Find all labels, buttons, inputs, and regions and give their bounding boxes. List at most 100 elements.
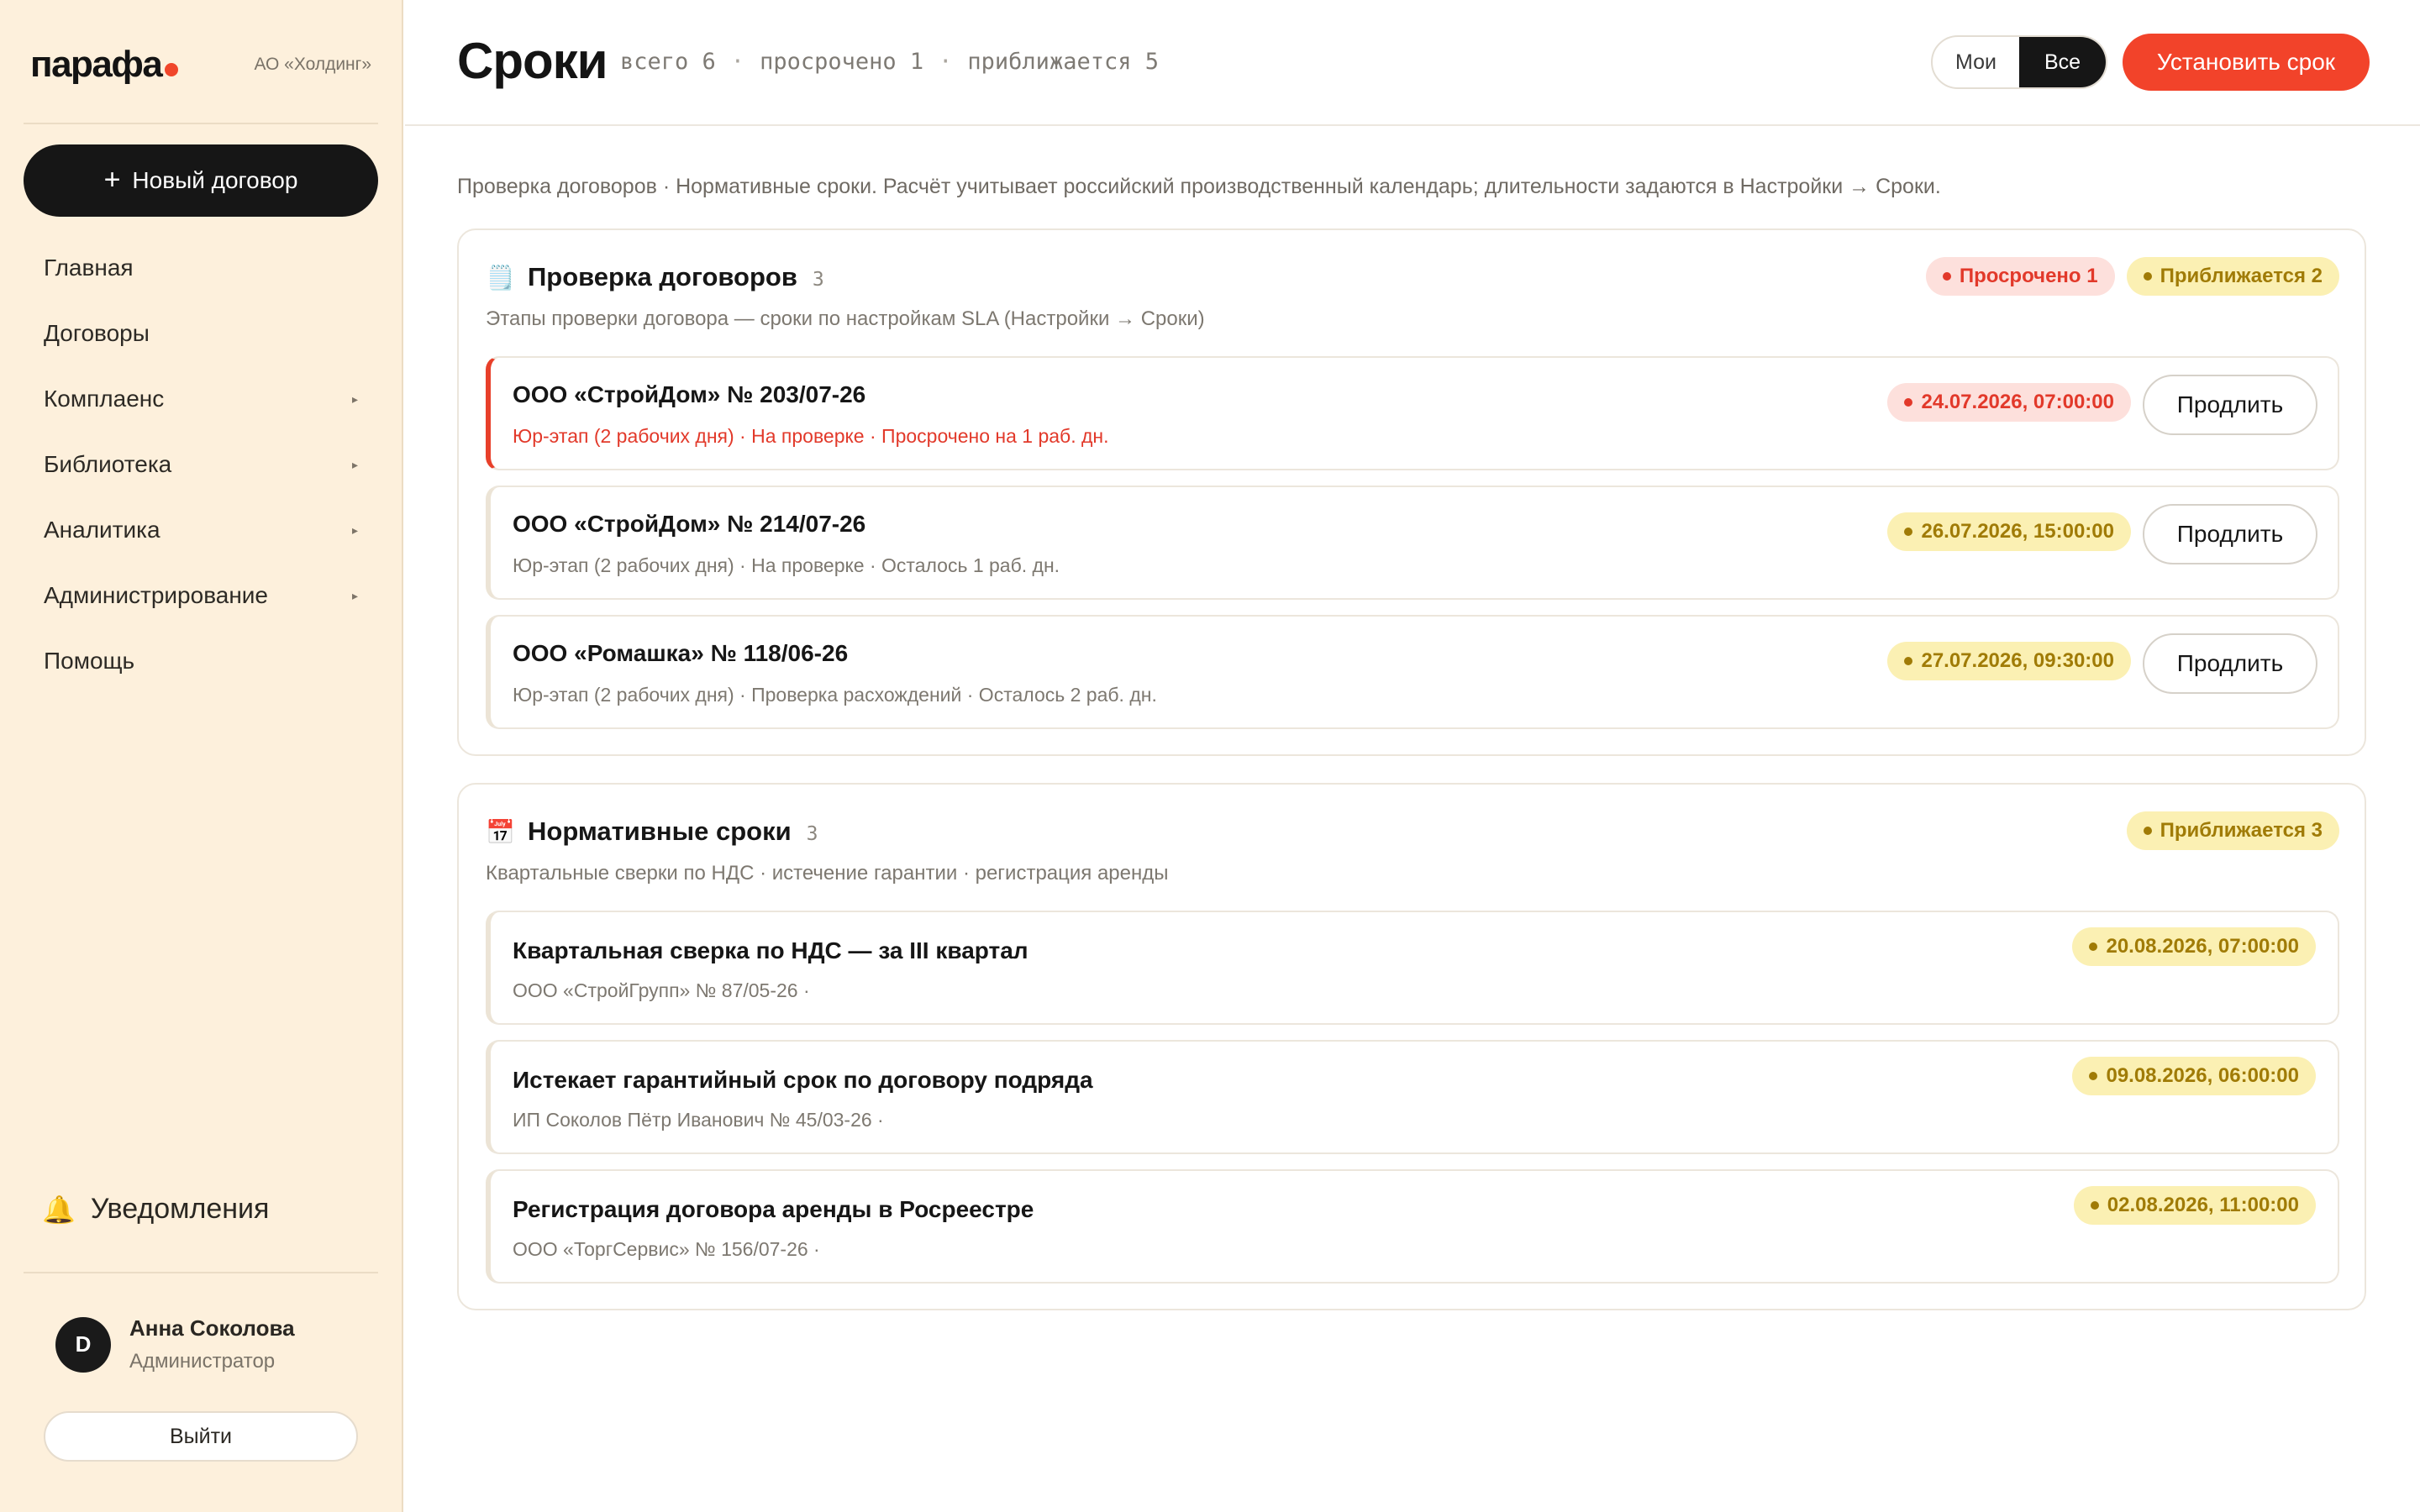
scope-toggle: Мои Все bbox=[1931, 35, 2107, 89]
user-info: Анна Соколова Администратор bbox=[129, 1315, 295, 1373]
deadline-item[interactable]: ООО «СтройДом» № 203/07-26 Юр-этап (2 ра… bbox=[486, 356, 2339, 470]
deadline-date: 02.08.2026, 11:00:00 bbox=[2107, 1194, 2299, 1216]
item-title: Регистрация договора аренды в Росреестре bbox=[513, 1196, 1034, 1222]
section-title: Проверка договоров bbox=[528, 262, 797, 291]
logout-button[interactable]: Выйти bbox=[44, 1411, 358, 1462]
sidebar-item-label: Комплаенс bbox=[44, 386, 165, 412]
deadline-counters: всего 6 · просрочено 1 · приближается 5 bbox=[620, 49, 1159, 75]
dot-icon bbox=[1904, 528, 1913, 536]
sidebar-divider bbox=[24, 1272, 378, 1273]
badge-label: Просрочено 1 bbox=[1959, 265, 2098, 287]
section-badges: Приближается 3 bbox=[2126, 811, 2339, 850]
toggle-all[interactable]: Все bbox=[2019, 37, 2106, 87]
sidebar-item-label: Главная bbox=[44, 255, 134, 281]
logo-text: парафа bbox=[30, 44, 163, 85]
deadline-item[interactable]: Квартальная сверка по НДС — за III кварт… bbox=[486, 911, 2339, 1025]
brand-row: парафа АО «Холдинг» bbox=[30, 44, 371, 86]
new-contract-label: Новый договор bbox=[132, 167, 298, 193]
section-header: 🗒️ Проверка договоров 3 bbox=[486, 262, 824, 292]
page-header: Сроки всего 6 · просрочено 1 · приближае… bbox=[405, 0, 2420, 126]
deadline-date: 27.07.2026, 09:30:00 bbox=[1921, 649, 2114, 672]
logo-dot-icon bbox=[165, 63, 179, 76]
page-title: Сроки bbox=[457, 33, 608, 89]
sidebar-item-contracts[interactable]: Договоры bbox=[24, 301, 378, 366]
dot-icon bbox=[1904, 398, 1913, 407]
sidebar-nav: Главная Договоры Комплаенс ▸ Библиотека … bbox=[24, 235, 378, 694]
notifications-label: Уведомления bbox=[90, 1193, 270, 1225]
new-contract-button[interactable]: + Новый договор bbox=[24, 144, 378, 217]
item-title: ООО «СтройДом» № 214/07-26 bbox=[513, 511, 866, 537]
sidebar-item-label: Библиотека bbox=[44, 451, 172, 477]
chevron-right-icon: ▸ bbox=[351, 391, 358, 406]
section-count: 3 bbox=[812, 269, 824, 291]
organization-name: АО «Холдинг» bbox=[254, 55, 371, 74]
chevron-right-icon: ▸ bbox=[351, 457, 358, 471]
deadline-date-badge: 26.07.2026, 15:00:00 bbox=[1887, 512, 2131, 551]
sidebar-item-library[interactable]: Библиотека ▸ bbox=[24, 432, 378, 497]
sidebar-item-administration[interactable]: Администрирование ▸ bbox=[24, 563, 378, 628]
user-role: Администратор bbox=[129, 1350, 276, 1373]
clipboard-icon: 🗒️ bbox=[486, 265, 515, 291]
dot-icon bbox=[2089, 1072, 2098, 1080]
deadline-item[interactable]: ООО «СтройДом» № 214/07-26 Юр-этап (2 ра… bbox=[486, 486, 2339, 600]
user-name: Анна Соколова bbox=[129, 1315, 295, 1341]
counter-separator: · bbox=[939, 49, 953, 75]
deadline-date: 20.08.2026, 07:00:00 bbox=[2106, 935, 2299, 958]
item-meta: Юр-этап (2 рабочих дня) · Проверка расхо… bbox=[513, 684, 1157, 706]
sidebar-item-compliance[interactable]: Комплаенс ▸ bbox=[24, 366, 378, 432]
deadline-item[interactable]: Истекает гарантийный срок по договору по… bbox=[486, 1040, 2339, 1154]
section-subtitle: Этапы проверки договора — сроки по настр… bbox=[486, 307, 1205, 330]
user-profile[interactable]: D Анна Соколова Администратор bbox=[55, 1315, 295, 1373]
dot-icon bbox=[2089, 942, 2098, 951]
section-normative-deadlines: 📅 Нормативные сроки 3 Квартальные сверки… bbox=[457, 783, 2366, 1310]
sidebar-item-label: Аналитика bbox=[44, 517, 160, 543]
dot-icon bbox=[1904, 657, 1913, 665]
sidebar-item-home[interactable]: Главная bbox=[24, 235, 378, 301]
notifications-link[interactable]: 🔔 Уведомления bbox=[42, 1193, 269, 1226]
deadline-date-badge: 20.08.2026, 07:00:00 bbox=[2072, 927, 2316, 966]
status-badge-upcoming[interactable]: Приближается 2 bbox=[2126, 257, 2339, 296]
deadline-date-badge: 24.07.2026, 07:00:00 bbox=[1887, 383, 2131, 422]
badge-label: Приближается 3 bbox=[2160, 819, 2323, 842]
deadline-item[interactable]: Регистрация договора аренды в Росреестре… bbox=[486, 1169, 2339, 1284]
count-upcoming: приближается 5 bbox=[967, 49, 1159, 75]
extend-button[interactable]: Продлить bbox=[2143, 504, 2317, 564]
logo[interactable]: парафа bbox=[30, 44, 179, 86]
status-badge-upcoming[interactable]: Приближается 3 bbox=[2126, 811, 2339, 850]
chevron-right-icon: ▸ bbox=[351, 522, 358, 537]
deadline-date: 09.08.2026, 06:00:00 bbox=[2106, 1064, 2299, 1087]
extend-button[interactable]: Продлить bbox=[2143, 633, 2317, 694]
dot-icon bbox=[2143, 827, 2152, 835]
set-deadline-button[interactable]: Установить срок bbox=[2123, 34, 2370, 91]
item-meta: Юр-этап (2 рабочих дня) · На проверке · … bbox=[513, 425, 1109, 447]
dot-icon bbox=[2143, 272, 2152, 281]
item-meta: Юр-этап (2 рабочих дня) · На проверке · … bbox=[513, 554, 1060, 576]
section-subtitle: Квартальные сверки по НДС · истечение га… bbox=[486, 862, 1169, 885]
sidebar-item-label: Администрирование bbox=[44, 582, 268, 608]
status-badge-overdue[interactable]: Просрочено 1 bbox=[1925, 257, 2115, 296]
bell-icon: 🔔 bbox=[42, 1194, 76, 1225]
item-title: Истекает гарантийный срок по договору по… bbox=[513, 1067, 1093, 1093]
deadline-item[interactable]: ООО «Ромашка» № 118/06-26 Юр-этап (2 раб… bbox=[486, 615, 2339, 729]
count-total: всего 6 bbox=[620, 49, 716, 75]
calendar-icon: 📅 bbox=[486, 819, 515, 845]
toggle-mine[interactable]: Мои bbox=[1933, 37, 2019, 87]
item-meta: ООО «ТоргСервис» № 156/07-26 · bbox=[513, 1238, 820, 1260]
sidebar-item-analytics[interactable]: Аналитика ▸ bbox=[24, 497, 378, 563]
chevron-right-icon: ▸ bbox=[351, 588, 358, 602]
sidebar-item-help[interactable]: Помощь bbox=[24, 628, 378, 694]
sidebar-item-label: Договоры bbox=[44, 320, 150, 346]
item-title: Квартальная сверка по НДС — за III кварт… bbox=[513, 937, 1028, 963]
item-meta: ИП Соколов Пётр Иванович № 45/03-26 · bbox=[513, 1109, 884, 1131]
section-contract-review: 🗒️ Проверка договоров 3 Этапы проверки д… bbox=[457, 228, 2366, 756]
deadline-date-badge: 09.08.2026, 06:00:00 bbox=[2072, 1057, 2316, 1095]
section-header: 📅 Нормативные сроки 3 bbox=[486, 816, 818, 847]
item-meta: ООО «СтройГрупп» № 87/05-26 · bbox=[513, 979, 810, 1001]
extend-button[interactable]: Продлить bbox=[2143, 375, 2317, 435]
item-title: ООО «СтройДом» № 203/07-26 bbox=[513, 381, 866, 407]
counter-separator: · bbox=[730, 49, 745, 75]
plus-icon: + bbox=[103, 164, 121, 196]
page-description: Проверка договоров · Нормативные сроки. … bbox=[457, 175, 1941, 198]
section-count: 3 bbox=[806, 823, 818, 845]
section-title: Нормативные сроки bbox=[528, 816, 792, 846]
